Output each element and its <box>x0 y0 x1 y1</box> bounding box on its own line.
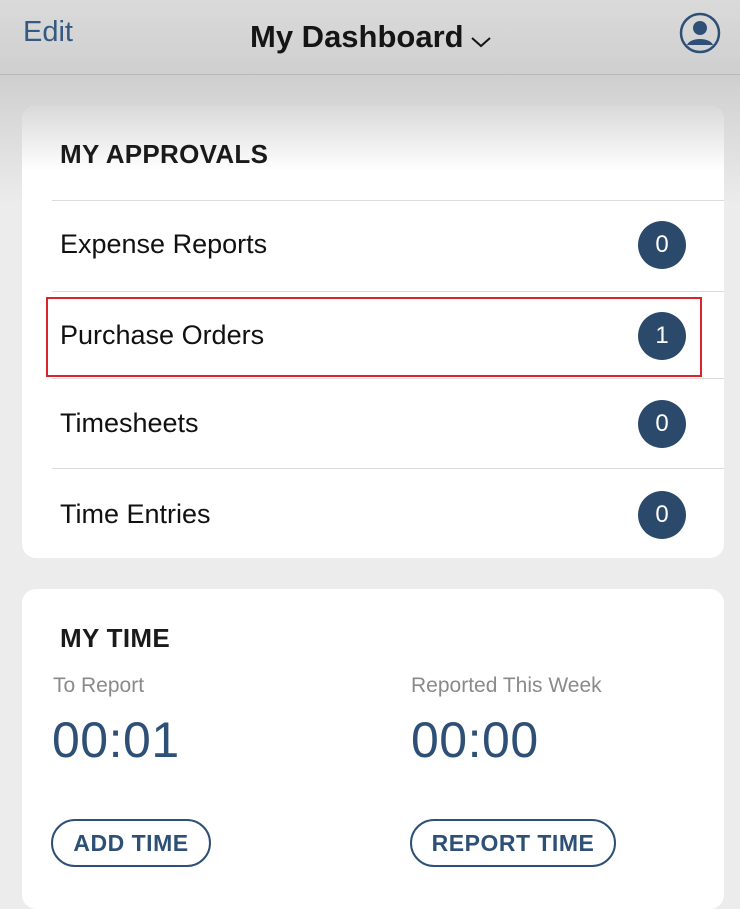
my-approvals-card: MY APPROVALS Expense Reports 0 Purchase … <box>22 106 724 558</box>
count-badge: 0 <box>638 221 686 269</box>
my-time-title: MY TIME <box>60 623 170 653</box>
dashboard-selector[interactable]: My Dashboard <box>250 17 492 57</box>
count-badge: 0 <box>638 491 686 539</box>
count-badge: 0 <box>638 400 686 448</box>
navigation-bar: Edit My Dashboard <box>0 0 740 75</box>
row-label: Expense Reports <box>60 229 268 259</box>
to-report-label: To Report <box>53 674 145 697</box>
row-label: Purchase Orders <box>60 320 265 350</box>
profile-icon[interactable] <box>679 12 721 54</box>
count-badge: 1 <box>638 312 686 360</box>
row-label: Time Entries <box>60 499 211 529</box>
dashboard-title: My Dashboard <box>250 19 464 54</box>
add-time-button[interactable]: ADD TIME <box>51 819 211 867</box>
approval-row-time-entries[interactable]: Time Entries 0 <box>22 469 724 557</box>
approval-row-purchase-orders[interactable]: Purchase Orders 1 <box>22 292 724 380</box>
row-label: Timesheets <box>60 408 199 438</box>
to-report-value: 00:01 <box>52 712 180 768</box>
reported-this-week-label: Reported This Week <box>411 674 602 697</box>
reported-this-week-value: 00:00 <box>411 712 539 768</box>
approval-row-timesheets[interactable]: Timesheets 0 <box>22 379 724 467</box>
approval-row-expense-reports[interactable]: Expense Reports 0 <box>22 201 724 289</box>
my-time-card: MY TIME To Report 00:01 Reported This We… <box>22 589 724 909</box>
edit-button[interactable]: Edit <box>23 16 73 49</box>
report-time-button[interactable]: REPORT TIME <box>410 819 616 867</box>
chevron-down-icon <box>470 21 492 57</box>
approvals-title: MY APPROVALS <box>60 139 269 169</box>
